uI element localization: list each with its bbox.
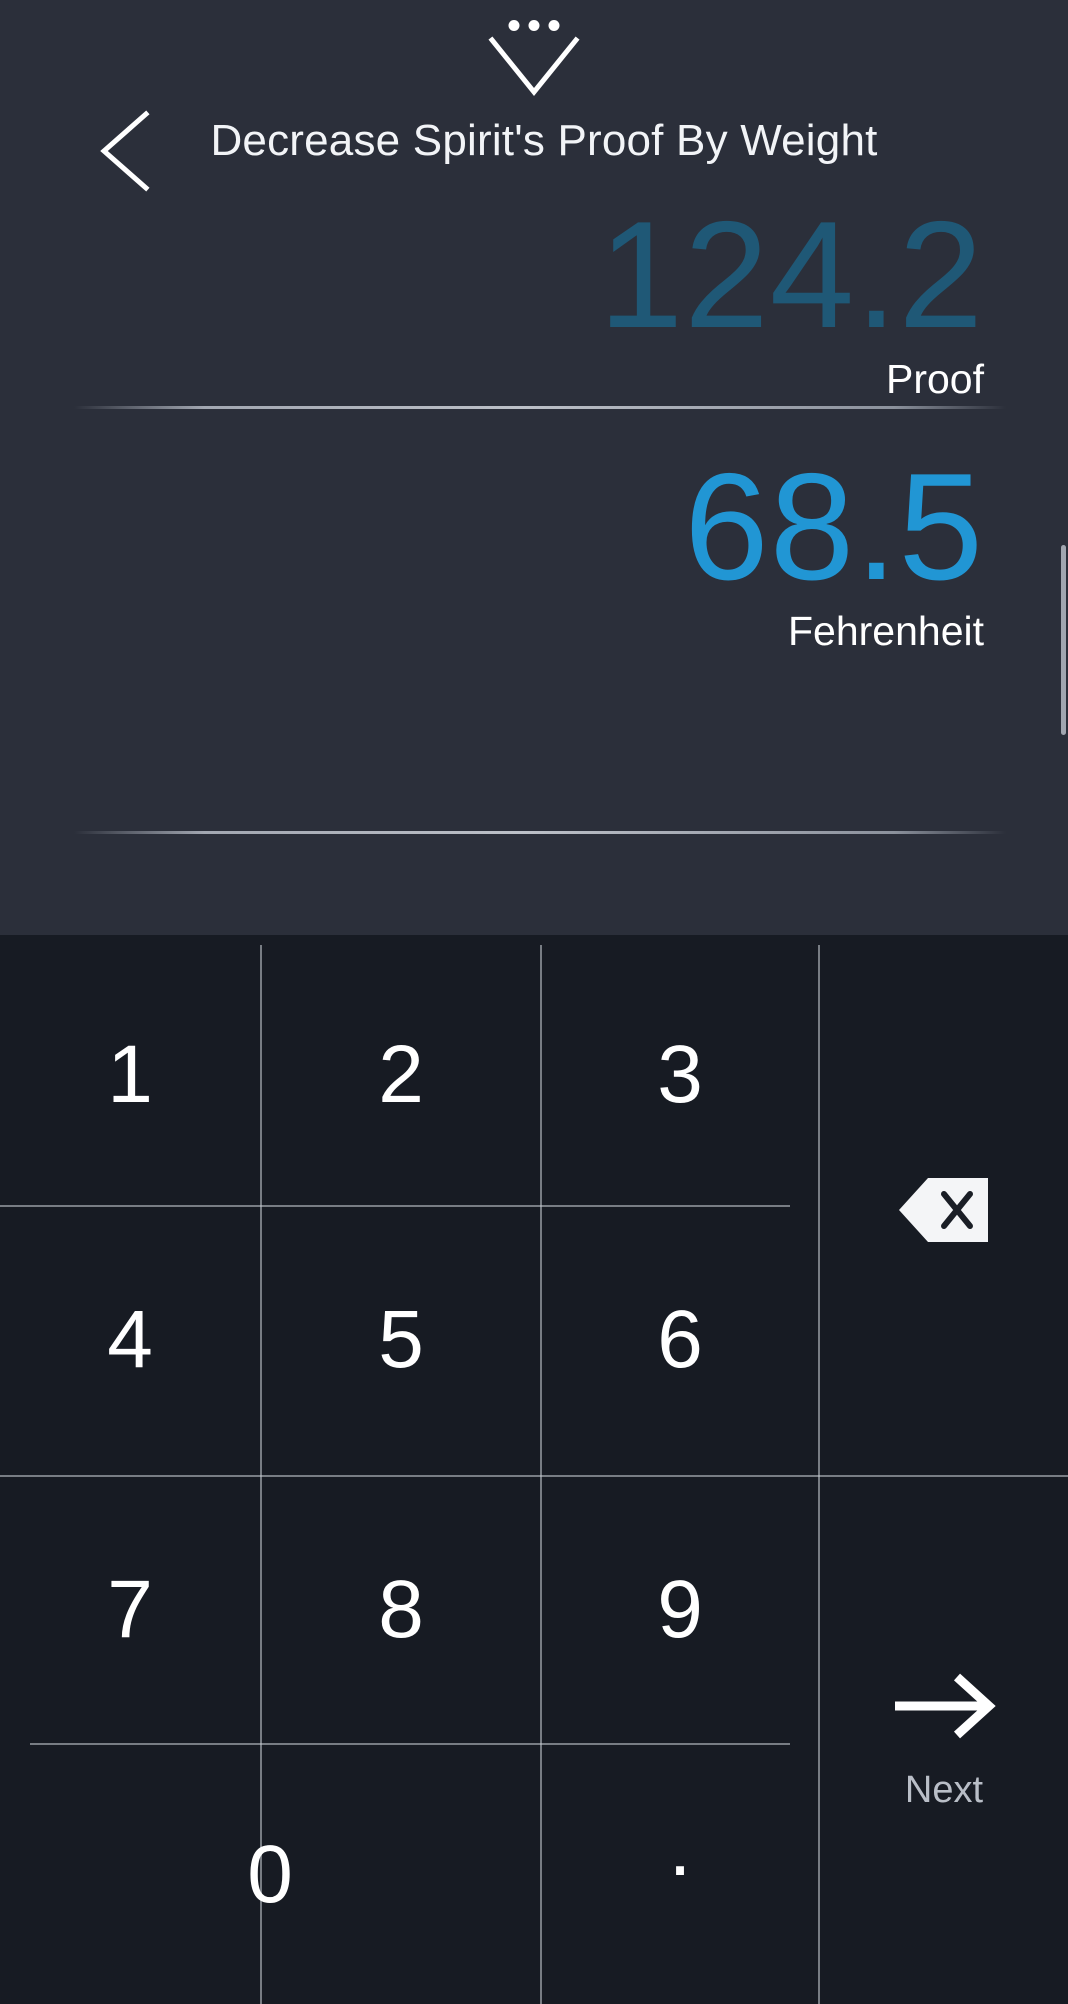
key-decimal-label: . (668, 1801, 692, 1893)
scrollbar-thumb[interactable] (1061, 545, 1066, 735)
display-panel: Decrease Spirit's Proof By Weight 124.2 … (0, 0, 1068, 935)
more-dots-icon[interactable] (508, 20, 560, 31)
key-0-label: 0 (247, 1828, 293, 1920)
title-row: Decrease Spirit's Proof By Weight (0, 100, 1068, 200)
key-1[interactable]: 1 (0, 945, 260, 1205)
field-proof-unit: Proof (886, 356, 984, 402)
backspace-key[interactable] (820, 945, 1068, 1475)
key-0[interactable]: 0 (0, 1745, 540, 2004)
numeric-keypad: 1 2 3 4 5 6 7 8 9 Next 0 . (0, 935, 1068, 2004)
key-9[interactable]: 9 (542, 1477, 818, 1743)
page-title: Decrease Spirit's Proof By Weight (210, 116, 878, 165)
key-9-label: 9 (657, 1564, 703, 1655)
key-7-label: 7 (107, 1564, 153, 1655)
key-2-label: 2 (378, 1029, 424, 1120)
key-4-label: 4 (107, 1294, 153, 1385)
key-2[interactable]: 2 (262, 945, 540, 1205)
key-8-label: 8 (378, 1564, 424, 1655)
chevron-down-icon[interactable] (486, 36, 582, 98)
key-8[interactable]: 8 (262, 1477, 540, 1743)
field-fehrenheit-unit: Fehrenheit (787, 608, 984, 654)
field-proof[interactable]: 124.2 Proof (0, 190, 1068, 402)
key-6-label: 6 (657, 1294, 703, 1385)
field-divider-2 (74, 831, 1006, 834)
panel-collapse-handle[interactable] (0, 8, 1068, 98)
key-decimal[interactable]: . (542, 1745, 818, 2004)
field-fehrenheit-value: 68.5 (684, 442, 984, 612)
key-5[interactable]: 5 (262, 1207, 540, 1473)
field-divider-1 (74, 406, 1006, 409)
field-fehrenheit[interactable]: 68.5 Fehrenheit (0, 442, 1068, 654)
key-4[interactable]: 4 (0, 1207, 260, 1473)
next-key-label: Next (904, 1769, 984, 1811)
key-3[interactable]: 3 (542, 945, 818, 1205)
key-1-label: 1 (107, 1029, 153, 1120)
field-proof-value: 124.2 (598, 190, 984, 360)
arrow-right-icon (895, 1673, 996, 1739)
key-3-label: 3 (657, 1029, 703, 1120)
key-7[interactable]: 7 (0, 1477, 260, 1743)
key-5-label: 5 (378, 1294, 424, 1385)
key-6[interactable]: 6 (542, 1207, 818, 1473)
backspace-icon (899, 1178, 988, 1242)
next-key[interactable]: Next (820, 1477, 1068, 2004)
app-root: Decrease Spirit's Proof By Weight 124.2 … (0, 0, 1068, 2004)
